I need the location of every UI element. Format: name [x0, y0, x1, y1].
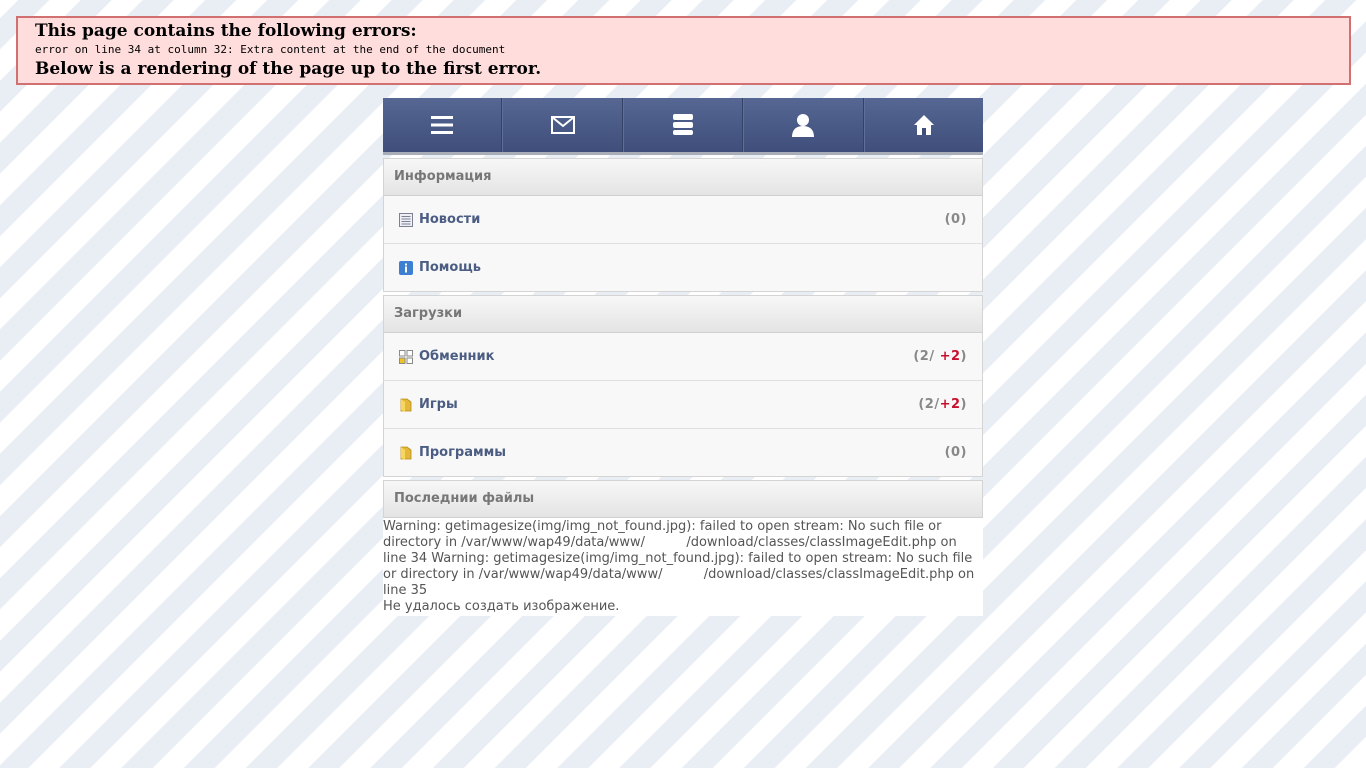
news-count: (0)	[944, 212, 967, 227]
folder-icon	[400, 446, 412, 460]
menu-item-label: Помощь	[419, 260, 481, 275]
parser-error-footer: Below is a rendering of the page up to t…	[35, 59, 542, 79]
menu-item-exchanger[interactable]: Обменник (2/ +2)	[384, 333, 982, 380]
user-icon	[792, 114, 815, 137]
menu-item-label: Программы	[419, 445, 506, 460]
downloads-section-title: Загрузки	[384, 296, 982, 333]
latest-files-section: Последнии файлы	[383, 480, 983, 518]
menu-item-news[interactable]: Новости (0)	[384, 196, 982, 243]
info-icon	[399, 260, 413, 275]
new-files-count: +2	[939, 349, 961, 364]
grid-apps-icon	[399, 349, 413, 364]
new-files-count: +2	[939, 397, 961, 412]
nav-mail-button[interactable]	[502, 98, 623, 152]
chat-icon	[673, 114, 694, 135]
folder-icon	[400, 398, 412, 412]
nav-profile-button[interactable]	[743, 98, 864, 152]
parser-error-message: error on line 34 at column 32: Extra con…	[35, 43, 506, 56]
nav-chat-button[interactable]	[622, 98, 744, 152]
downloads-section: Загрузки Обменник (2/ +2) Игры (2/+2) Пр…	[383, 295, 983, 477]
menu-item-games[interactable]: Игры (2/+2)	[384, 380, 982, 428]
exchanger-count: (2/ +2)	[913, 349, 967, 364]
menu-item-label: Игры	[419, 397, 458, 412]
latest-files-title: Последнии файлы	[384, 481, 982, 518]
parser-error-title: This page contains the following errors:	[35, 21, 417, 41]
programs-count: (0)	[944, 445, 967, 460]
menu-item-label: Новости	[419, 212, 481, 227]
xml-parser-error-box: This page contains the following errors:…	[16, 16, 1351, 85]
main-column: Информация Новости (0) Помощь Загрузки О…	[383, 98, 983, 616]
newspaper-icon	[399, 212, 413, 227]
menu-item-programs[interactable]: Программы (0)	[384, 428, 982, 476]
nav-menu-button[interactable]	[383, 98, 503, 152]
info-section-title: Информация	[384, 159, 982, 196]
menu-item-label: Обменник	[419, 349, 495, 364]
games-count: (2/+2)	[918, 397, 967, 412]
image-failed-message: Не удалось создать изображение.	[383, 599, 620, 614]
menu-item-help[interactable]: Помощь	[384, 243, 982, 291]
top-navigation	[383, 98, 983, 155]
php-warning-text: Warning: getimagesize(img/img_not_found.…	[383, 518, 983, 616]
menu-icon	[431, 116, 454, 134]
nav-home-button[interactable]	[863, 98, 983, 152]
php-warning-message: Warning: getimagesize(img/img_not_found.…	[383, 519, 979, 598]
mail-icon	[550, 116, 575, 134]
info-section: Информация Новости (0) Помощь	[383, 158, 983, 292]
home-icon	[913, 115, 934, 135]
